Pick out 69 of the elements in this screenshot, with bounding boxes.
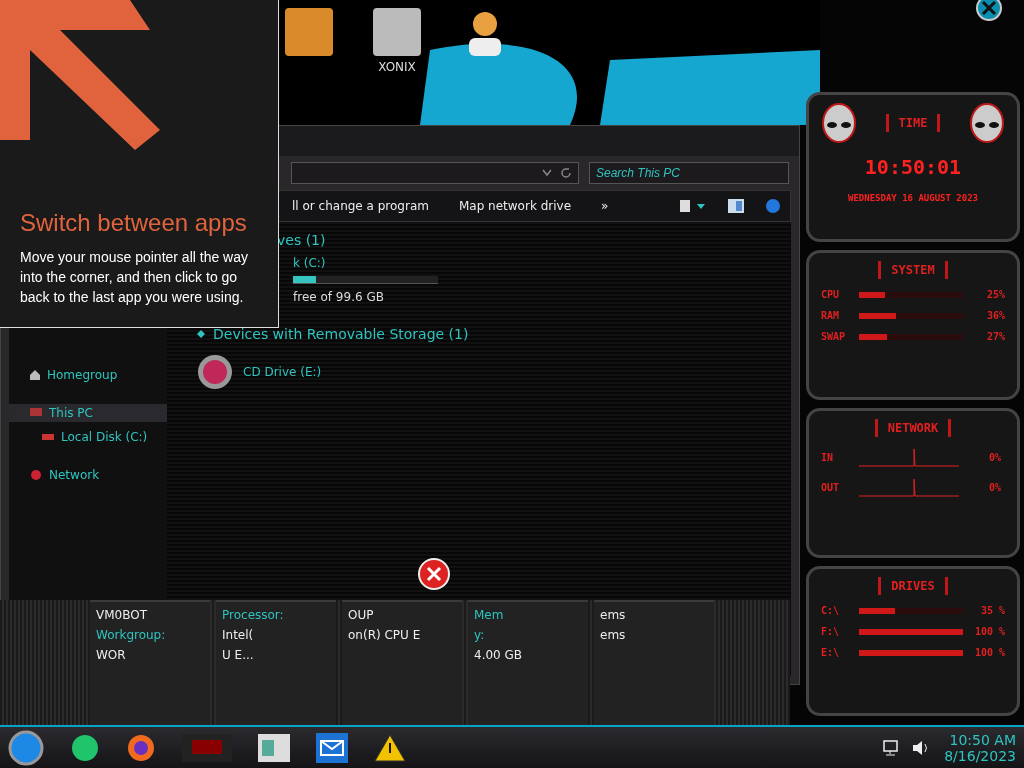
arrow-icon (0, 0, 160, 150)
meter-label: E:\ (821, 647, 841, 658)
meter-reading: 36% (985, 310, 1005, 321)
sidebar-item[interactable]: Homegroup (9, 366, 167, 384)
pane-icon[interactable] (728, 199, 744, 213)
drive-name[interactable]: CD Drive (E:) (243, 365, 322, 379)
group-header[interactable]: Devices with Removable Storage (1) (213, 326, 469, 342)
glitch-text: WOR (96, 648, 127, 662)
gadget-title: SYSTEM (878, 261, 948, 279)
drive-name[interactable]: k (C:) (293, 256, 326, 270)
date-text: WEDNESDAY 16 AUGUST 2023 (847, 193, 978, 203)
meter-label: RAM (821, 310, 841, 321)
error-icon (418, 558, 450, 590)
glitch-text: Mem (474, 608, 505, 622)
meter-label: SWAP (821, 331, 847, 342)
meter-label: C:\ (821, 605, 841, 616)
view-options-icon[interactable] (680, 199, 706, 213)
meter-label: CPU (821, 289, 841, 300)
alien-head-icon (969, 103, 1005, 143)
mail-app-button[interactable] (316, 732, 348, 763)
document-app-button[interactable] (258, 733, 290, 762)
icon-label[interactable]: XONIX (378, 60, 416, 74)
search-field[interactable]: Search This PC (589, 162, 789, 184)
glitch-text: VM0BOT (96, 608, 148, 622)
sidebar-item[interactable]: This PC (9, 404, 167, 422)
glitch-text: Processor: (222, 608, 285, 622)
tooltip-text: Move your mouse pointer all the way into the corner, and then click to go back to the last app you were using. (20, 248, 249, 307)
tooltip-title: Switch between apps (20, 209, 248, 237)
meter-label: OUT (821, 481, 841, 493)
meter-label: IN (821, 451, 835, 463)
help-icon[interactable] (766, 199, 780, 213)
glitch-text: Workgroup: (96, 628, 167, 642)
glitch-text: OUP (348, 608, 375, 622)
cd-drive-icon[interactable] (197, 354, 233, 390)
glitch-text: ems (600, 628, 627, 642)
close-icon[interactable] (974, 0, 1004, 22)
taskbar-clock[interactable]: 10:50 AM 8/16/2023 (944, 731, 1016, 764)
meter-reading: 35 % (979, 605, 1005, 616)
glitch-text: 4.00 GB (474, 648, 524, 662)
meter-label: F:\ (821, 626, 841, 637)
gadget-title: DRIVES (878, 577, 948, 595)
sidebar-item[interactable]: Local Disk (C:) (9, 428, 167, 446)
window-thumbnail-button[interactable] (182, 733, 232, 762)
alien-head-icon (821, 103, 857, 143)
meter-reading: 100 % (973, 626, 1005, 637)
glitch-text: ems (600, 608, 627, 622)
glitch-text: on(R) CPU E (348, 628, 422, 642)
chevron-down-icon[interactable] (542, 169, 552, 177)
glitch-text: U E... (222, 648, 255, 662)
house-icon (29, 369, 41, 381)
sidebar-item[interactable]: Network (9, 466, 167, 484)
meter-reading: 0% (987, 451, 1001, 463)
gadget-title: NETWORK (874, 419, 952, 437)
warning-button[interactable] (374, 733, 406, 762)
refresh-icon[interactable] (560, 167, 572, 179)
command-button[interactable]: » (601, 197, 609, 215)
gadget-title: TIME (885, 114, 941, 132)
meter-reading: 27% (985, 331, 1005, 342)
free-space-text: free of 99.6 GB (293, 290, 384, 304)
browser-button[interactable] (126, 732, 156, 763)
meter-reading: 100 % (973, 647, 1005, 658)
command-button[interactable]: ll or change a program (292, 197, 429, 215)
glitch-text: Intel( (222, 628, 255, 642)
clock-text: 10:50:01 (864, 155, 962, 179)
glitch-text: y: (474, 628, 486, 642)
command-button[interactable]: Map network drive (458, 197, 571, 215)
meter-reading: 25% (985, 289, 1005, 300)
meter-reading: 0% (987, 481, 1001, 493)
start-button[interactable] (8, 729, 44, 766)
